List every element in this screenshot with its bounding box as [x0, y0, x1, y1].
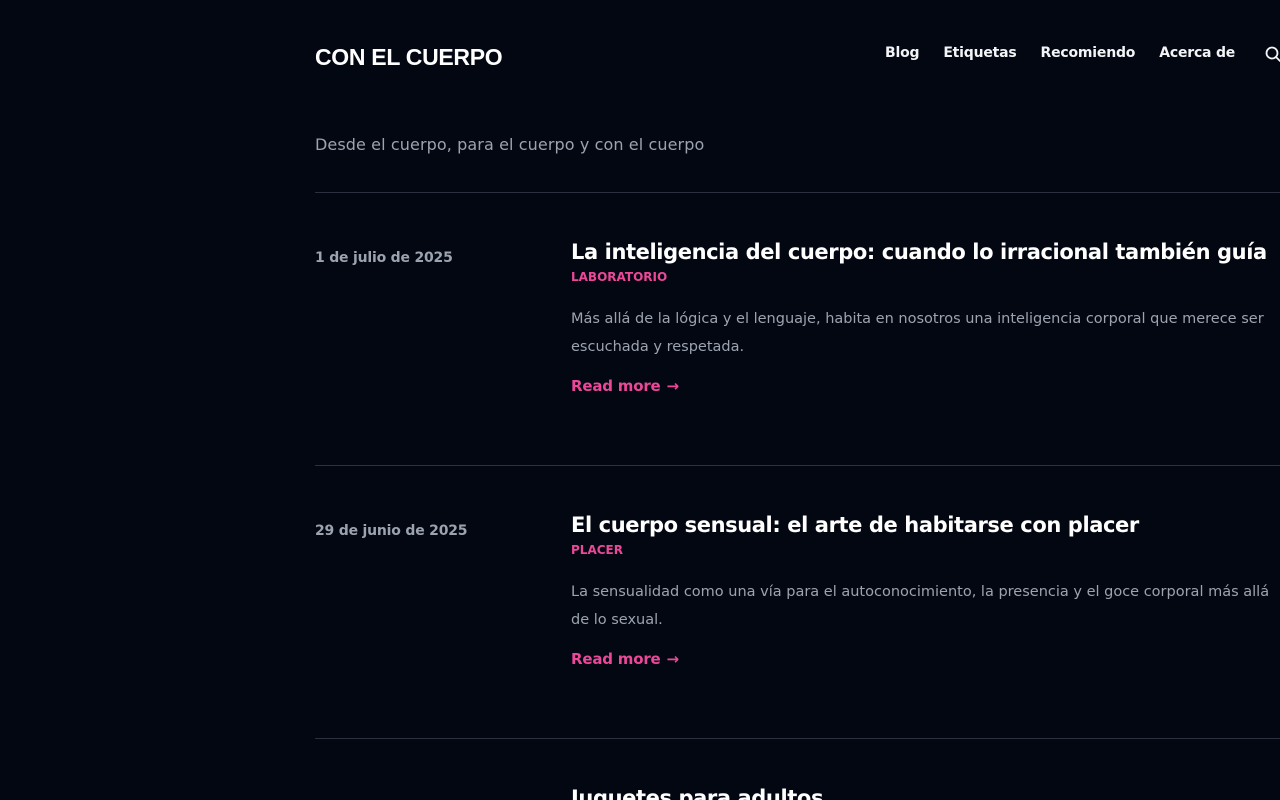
nav-item-acerca-de[interactable]: Acerca de — [1159, 45, 1235, 61]
post-body: La inteligencia del cuerpo: cuando lo ir… — [571, 238, 1280, 395]
read-more-label: Read more — [571, 377, 661, 395]
post-title[interactable]: Juguetes para adultos — [571, 784, 1280, 800]
post-date: 29 de junio de 2025 — [315, 523, 468, 539]
post-excerpt: Más allá de la lógica y el lenguaje, hab… — [571, 311, 1264, 355]
post-body: Juguetes para adultos — [571, 784, 1280, 800]
nav-item-recomiendo[interactable]: Recomiendo — [1041, 45, 1136, 61]
read-more-link[interactable]: Read more → — [571, 650, 679, 668]
divider — [315, 738, 1280, 739]
main-nav: Blog Etiquetas Recomiendo Acerca de — [885, 45, 1280, 62]
site-header: CON EL CUERPO Blog Etiquetas Recomiendo … — [315, 40, 1280, 80]
post-tag[interactable]: PLACER — [571, 543, 623, 557]
arrow-right-icon: → — [666, 377, 680, 395]
divider — [315, 192, 1280, 193]
divider — [315, 465, 1280, 466]
read-more-link[interactable]: Read more → — [571, 377, 679, 395]
site-tagline: Desde el cuerpo, para el cuerpo y con el… — [315, 135, 705, 154]
post-tag[interactable]: LABORATORIO — [571, 270, 667, 284]
site-title[interactable]: CON EL CUERPO — [315, 44, 503, 71]
post-title[interactable]: La inteligencia del cuerpo: cuando lo ir… — [571, 238, 1280, 266]
read-more-label: Read more — [571, 650, 661, 668]
nav-item-etiquetas[interactable]: Etiquetas — [943, 45, 1016, 61]
page: CON EL CUERPO Blog Etiquetas Recomiendo … — [0, 0, 1280, 800]
nav-item-blog[interactable]: Blog — [885, 45, 920, 61]
post-title[interactable]: El cuerpo sensual: el arte de habitarse … — [571, 511, 1280, 539]
post-date: 1 de julio de 2025 — [315, 250, 453, 266]
post-excerpt: La sensualidad como una vía para el auto… — [571, 584, 1270, 628]
search-icon[interactable] — [1265, 46, 1280, 62]
arrow-right-icon: → — [666, 650, 680, 668]
post-body: El cuerpo sensual: el arte de habitarse … — [571, 511, 1280, 668]
